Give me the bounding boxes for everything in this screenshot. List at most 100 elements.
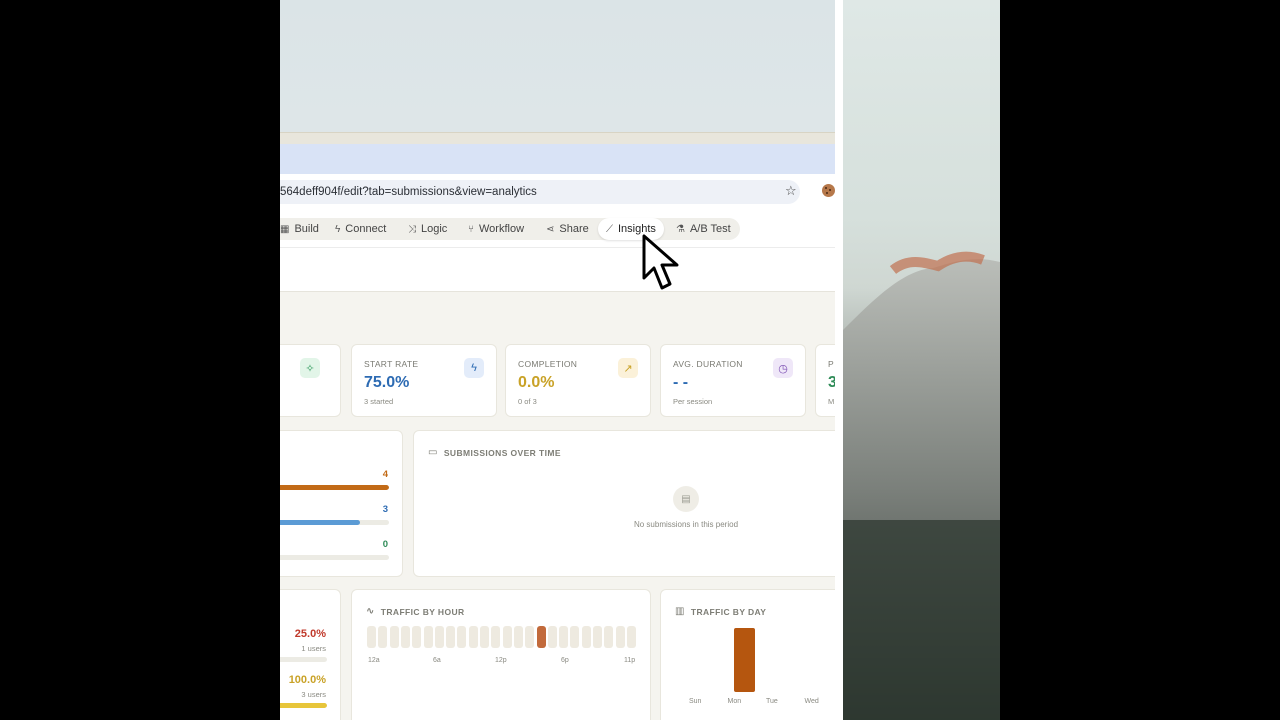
stat-sub: 3 started: [364, 397, 394, 406]
hour-bar: [457, 626, 467, 648]
stat-card-avg-duration: AVG. DURATION - - Per session ◷: [660, 344, 806, 417]
tab-connect[interactable]: ϟ Connect: [327, 218, 394, 240]
section-title: ∿ TRAFFIC BY HOUR: [366, 606, 465, 617]
letterbox-right: [1000, 0, 1280, 720]
device-bar-fill: [280, 657, 285, 662]
bar-chart-icon: ▥: [675, 606, 685, 617]
funnel-card: 4 3 0: [280, 430, 403, 577]
stat-sub: Per session: [673, 397, 713, 406]
day-tick: Tue: [766, 698, 778, 705]
desktop-wallpaper: [843, 0, 1000, 720]
browser-window: 564deff904f/edit?tab=submissions&view=an…: [280, 0, 835, 720]
hour-bar: [502, 626, 512, 648]
devices-card: 25.0% 1 users 100.0% 3 users: [280, 589, 341, 720]
bookmark-star-icon[interactable]: ☆: [785, 184, 799, 198]
hour-bar: [389, 626, 399, 648]
stat-label: AVG. DURATION: [673, 359, 743, 369]
stat-value: 0.0%: [518, 374, 555, 391]
sub-header: [280, 248, 835, 292]
section-title: ▥ TRAFFIC BY DAY: [675, 606, 766, 617]
activity-icon: ∿: [366, 606, 375, 617]
mouse-cursor-icon: [642, 234, 679, 290]
hour-bar: [468, 626, 478, 648]
share-icon: ⋖: [546, 223, 555, 235]
funnel-count: 3: [382, 504, 388, 515]
stat-card-completion: COMPLETION 0.0% 0 of 3 ↗: [505, 344, 651, 417]
device-users: 1 users: [301, 644, 326, 653]
device-bar-fill: [280, 703, 327, 708]
hour-bar: [434, 626, 444, 648]
stat-value: - -: [673, 374, 689, 391]
hour-bar: [547, 626, 557, 648]
hour-bar: [604, 626, 614, 648]
calendar-icon: ▤: [673, 486, 699, 512]
hour-bar: [491, 626, 501, 648]
hour-bar: [581, 626, 591, 648]
hour-bar: [626, 626, 636, 648]
stat-card-start-rate: START RATE 75.0% 3 started ϟ: [351, 344, 497, 417]
hour-tick: 12p: [495, 657, 507, 664]
tab-connect-label: Connect: [345, 223, 387, 235]
hour-bar: [400, 626, 410, 648]
hour-bar: [513, 626, 523, 648]
chart-line-icon: ⟋: [606, 223, 613, 235]
tab-build[interactable]: ▦ Build: [280, 218, 327, 240]
tab-logic-label: Logic: [421, 223, 448, 235]
tab-build-label: Build: [294, 223, 319, 235]
tab-share[interactable]: ⋖ Share: [538, 218, 597, 240]
stat-value: 3: [828, 374, 835, 391]
device-pct: 25.0%: [294, 628, 326, 640]
stat-label: START RATE: [364, 359, 419, 369]
app-nav: ▦ Build ϟ Connect ⤨ Logic ⑂ Workflow ⋖ S…: [280, 210, 835, 248]
submissions-over-time-card: ▭ SUBMISSIONS OVER TIME ▤ No submissions…: [413, 430, 835, 577]
device-users: 3 users: [301, 690, 326, 699]
section-title-text: TRAFFIC BY DAY: [690, 606, 767, 617]
mountain-scene: [843, 251, 1000, 720]
device-bar: [280, 703, 327, 708]
grid-icon: ▦: [280, 223, 290, 235]
tab-logic[interactable]: ⤨ Logic: [400, 218, 455, 240]
clock-icon: ◷: [773, 358, 793, 378]
tab-ab-test-label: A/B Test: [689, 223, 731, 235]
hour-bar: [412, 626, 422, 648]
stat-card-responses: ✧: [280, 344, 341, 417]
funnel-count: 0: [382, 539, 388, 550]
hour-bar: [593, 626, 602, 648]
bolt-icon: ϟ: [464, 358, 484, 378]
hour-bar: [378, 626, 388, 648]
shuffle-icon: ⤨: [408, 223, 416, 235]
traffic-by-hour-card: ∿ TRAFFIC BY HOUR 12a 6a 12p 6p 11p: [351, 589, 651, 720]
hour-bar: [446, 626, 456, 648]
day-bar: [733, 628, 755, 692]
hour-bar: [423, 626, 433, 648]
analytics-content: ✧ START RATE 75.0% 3 started ϟ COMPLETIO…: [280, 292, 835, 720]
day-tick: Mon: [727, 698, 742, 705]
letterbox-left: [0, 0, 280, 720]
section-title-text: SUBMISSIONS OVER TIME: [443, 447, 561, 458]
day-tick: Wed: [804, 698, 819, 705]
plug-icon: ϟ: [335, 223, 341, 235]
funnel-bar: [280, 520, 389, 525]
stat-value: 75.0%: [364, 374, 410, 391]
funnel-bar: [280, 555, 389, 560]
section-title-text: TRAFFIC BY HOUR: [380, 606, 465, 617]
hour-bar: [367, 626, 376, 648]
stat-sub: M: [828, 397, 835, 406]
hour-tick: 11p: [624, 657, 636, 664]
address-bar[interactable]: 564deff904f/edit?tab=submissions&view=an…: [280, 180, 800, 204]
traffic-by-day-card: ▥ TRAFFIC BY DAY Sun Mon Tue Wed: [660, 589, 835, 720]
hour-bar: [536, 626, 546, 648]
url-text: 564deff904f/edit?tab=submissions&view=an…: [280, 186, 537, 198]
trend-up-icon: ↗: [618, 358, 638, 378]
tab-workflow[interactable]: ⑂ Workflow: [460, 218, 532, 240]
funnel-bar-fill: [280, 485, 389, 490]
hour-bar: [615, 626, 625, 648]
device-bar: [280, 657, 327, 662]
funnel-bar: [280, 485, 389, 490]
hour-tick: 6a: [433, 657, 441, 664]
stat-sub: 0 of 3: [518, 397, 537, 406]
day-tick: Sun: [689, 698, 702, 705]
device-pct: 100.0%: [288, 674, 326, 686]
hour-bar: [570, 626, 580, 648]
cookie-extension-icon[interactable]: [822, 184, 835, 197]
